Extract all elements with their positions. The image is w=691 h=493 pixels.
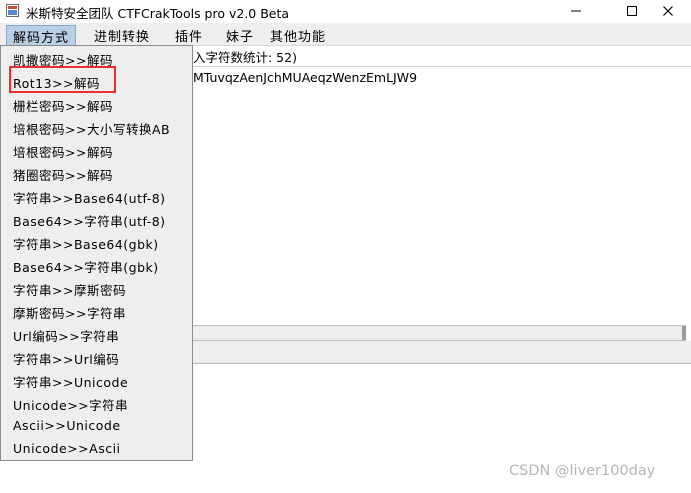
close-button[interactable] [645, 0, 691, 22]
close-icon [663, 6, 673, 16]
menu-item-morse-to-str[interactable]: 摩斯密码>>字符串 [13, 303, 126, 322]
watermark-text: CSDN @liver100day [509, 463, 656, 479]
window-title: 米斯特安全团队 CTFCrakTools pro v2.0 Beta [26, 6, 290, 21]
panel-separator [193, 341, 691, 364]
menu-item-base64-to-str-gbk[interactable]: Base64>>字符串(gbk) [13, 257, 159, 276]
menu-item-bacon-case-ab[interactable]: 培根密码>>大小写转换AB [13, 119, 170, 138]
menu-item-str-to-url[interactable]: 字符串>>Url编码 [13, 349, 119, 368]
menu-item-unicode-to-str[interactable]: Unicode>>字符串 [13, 395, 128, 414]
menu-base-convert[interactable]: 进制转换 [94, 26, 150, 45]
menu-girls[interactable]: 妹子 [226, 26, 254, 45]
menu-item-pigpen-decode[interactable]: 猪圈密码>>解码 [13, 165, 113, 184]
menu-item-railfence-decode[interactable]: 栅栏密码>>解码 [13, 96, 113, 115]
horizontal-scrollbar[interactable] [193, 325, 686, 341]
title-bar: 米斯特安全团队 CTFCrakTools pro v2.0 Beta [0, 0, 691, 22]
input-text[interactable]: MTuvqzAenJchMUAeqzWenzEmLJW9 [193, 70, 417, 85]
menu-item-bacon-decode[interactable]: 培根密码>>解码 [13, 142, 113, 161]
menu-bar: 解码方式 进制转换 插件 妹子 其他功能 [0, 23, 691, 48]
menu-item-str-to-base64-utf8[interactable]: 字符串>>Base64(utf-8) [13, 188, 166, 207]
decode-dropdown-menu: 凯撒密码>>解码 Rot13>>解码 栅栏密码>>解码 培根密码>>大小写转换A… [0, 45, 193, 461]
menu-plugins[interactable]: 插件 [175, 26, 203, 45]
minimize-button[interactable] [553, 0, 599, 22]
scrollbar-thumb[interactable] [682, 326, 686, 340]
menu-item-url-to-str[interactable]: Url编码>>字符串 [13, 326, 119, 345]
app-icon [6, 4, 19, 17]
maximize-icon [627, 6, 637, 16]
char-count-label: 入字符数统计: 52) [193, 50, 297, 65]
minimize-icon [571, 10, 581, 12]
menu-item-ascii-to-unicode[interactable]: Ascii>>Unicode [13, 418, 121, 433]
menu-item-str-to-base64-gbk[interactable]: 字符串>>Base64(gbk) [13, 234, 159, 253]
highlight-annotation [9, 66, 116, 93]
menu-item-base64-to-str-utf8[interactable]: Base64>>字符串(utf-8) [13, 211, 166, 230]
menu-item-str-to-morse[interactable]: 字符串>>摩斯密码 [13, 280, 126, 299]
menu-other-functions[interactable]: 其他功能 [270, 26, 326, 45]
menu-item-str-to-unicode[interactable]: 字符串>>Unicode [13, 372, 128, 391]
menu-item-unicode-to-ascii[interactable]: Unicode>>Ascii [13, 441, 121, 456]
